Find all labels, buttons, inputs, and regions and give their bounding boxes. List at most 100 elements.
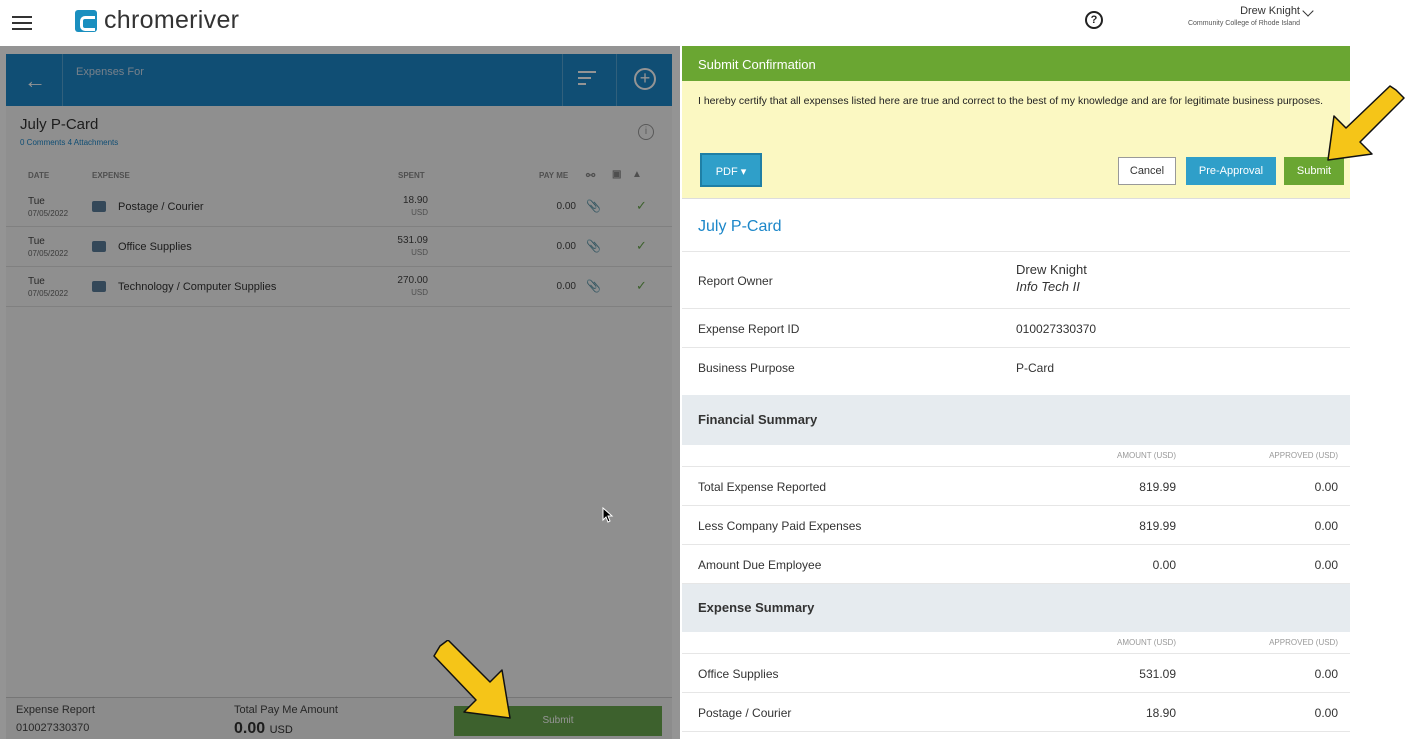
pdf-dropdown-button[interactable]: PDF ▾: [700, 153, 762, 187]
attachment-icon: 📎: [586, 279, 601, 293]
summary-label: Office Supplies: [698, 667, 779, 681]
summary-amount: 531.09: [1139, 667, 1176, 681]
report-title: July P-Card: [698, 218, 782, 235]
report-title: July P-Card: [20, 116, 99, 133]
summary-approved: 0.00: [1314, 667, 1338, 681]
col-amount: AMOUNT (USD): [1117, 451, 1176, 460]
financial-summary-header: Financial Summary: [682, 395, 1350, 445]
row-day: Tue: [28, 236, 45, 247]
total-currency: USD: [269, 724, 293, 736]
owner-name: Drew Knight: [1016, 262, 1087, 277]
report-header-bar: ← Expenses For +: [6, 54, 672, 106]
financial-row: Less Company Paid Expenses 819.99 0.00: [682, 506, 1350, 545]
row-amount: 270.00: [397, 275, 428, 286]
row-pay-me: 0.00: [556, 241, 576, 252]
row-pay-me: 0.00: [556, 281, 576, 292]
expense-summary-row: Postage / Courier 18.90 0.00: [682, 693, 1350, 732]
purpose-row: Business Purpose P-Card: [682, 347, 1350, 395]
check-icon: ✓: [636, 238, 647, 253]
chevron-down-icon[interactable]: [1302, 5, 1314, 17]
summary-amount: 18.90: [1145, 706, 1176, 720]
financial-row: Amount Due Employee 0.00 0.00: [682, 545, 1350, 584]
divider: [616, 54, 617, 106]
report-id-row: Expense Report ID 010027330370: [682, 308, 1350, 347]
check-icon: ✓: [636, 278, 647, 293]
report-id-value: 010027330370: [1016, 322, 1097, 336]
table-row[interactable]: Tue 07/05/2022 Office Supplies 531.09 US…: [6, 227, 672, 267]
add-icon[interactable]: +: [634, 68, 656, 90]
info-icon[interactable]: i: [638, 124, 654, 140]
fin-label: Total Expense Reported: [698, 480, 827, 494]
row-currency: USD: [411, 208, 428, 217]
cancel-button[interactable]: Cancel: [1118, 157, 1176, 185]
chromeriver-logo-icon: [75, 9, 97, 32]
user-org: Community College of Rhode Island: [1187, 20, 1300, 27]
certification-text: I hereby certify that all expenses liste…: [698, 95, 1324, 107]
help-icon[interactable]: ?: [1085, 11, 1103, 29]
top-bar: chromeriver ? Drew Knight Community Coll…: [0, 0, 1406, 46]
divider: [62, 54, 63, 106]
expense-summary-columns: AMOUNT (USD) APPROVED (USD): [682, 632, 1350, 654]
financial-summary-title: Financial Summary: [698, 412, 818, 427]
footer-report-label: Expense Report: [16, 704, 95, 716]
report-id-label: Expense Report ID: [698, 322, 800, 336]
row-day: Tue: [28, 276, 45, 287]
row-expense-name: Postage / Courier: [118, 201, 204, 213]
purpose-value: P-Card: [1016, 361, 1055, 375]
fin-amount: 819.99: [1139, 480, 1176, 494]
certification-box: I hereby certify that all expenses liste…: [682, 81, 1350, 199]
expense-report-card: ← Expenses For + July P-Card 0 Comments …: [6, 54, 672, 739]
fin-approved: 0.00: [1314, 558, 1338, 572]
col-spent: SPENT: [398, 171, 425, 180]
table-row[interactable]: Tue 07/05/2022 Postage / Courier 18.90 U…: [6, 187, 672, 227]
user-menu[interactable]: Drew Knight Community College of Rhode I…: [1180, 5, 1300, 27]
report-meta[interactable]: 0 Comments 4 Attachments: [20, 138, 118, 147]
purpose-label: Business Purpose: [698, 361, 795, 375]
right-gutter: [1350, 46, 1406, 739]
expense-summary-title: Expense Summary: [698, 600, 815, 615]
footer-total-label: Total Pay Me Amount: [234, 704, 338, 716]
expense-report-panel: ← Expenses For + July P-Card 0 Comments …: [0, 46, 680, 739]
row-expense-name: Office Supplies: [118, 241, 192, 253]
col-date: DATE: [28, 171, 50, 180]
footer-submit-button[interactable]: Submit: [454, 706, 662, 736]
pdf-label: PDF: [715, 166, 738, 178]
financial-columns: AMOUNT (USD) APPROVED (USD): [682, 445, 1350, 467]
footer-total-value: 0.00 USD: [234, 720, 293, 738]
row-date: 07/05/2022: [28, 209, 69, 218]
back-arrow-icon[interactable]: ←: [24, 68, 46, 94]
logo: chromeriver: [75, 6, 239, 35]
check-icon: ✓: [636, 198, 647, 213]
sort-icon[interactable]: [578, 71, 596, 89]
row-date: 07/05/2022: [28, 289, 69, 298]
expense-summary-header: Expense Summary: [682, 584, 1350, 632]
fin-amount: 0.00: [1152, 558, 1176, 572]
table-row[interactable]: Tue 07/05/2022 Technology / Computer Sup…: [6, 267, 672, 307]
attachment-icon: 📎: [586, 199, 601, 213]
financial-row: Total Expense Reported 819.99 0.00: [682, 467, 1350, 506]
summary-approved: 0.00: [1314, 706, 1338, 720]
total-amount: 0.00: [234, 720, 266, 737]
submit-button[interactable]: Submit: [1284, 157, 1344, 185]
row-currency: USD: [411, 248, 428, 257]
computer-supplies-icon: [92, 281, 106, 292]
row-currency: USD: [411, 288, 428, 297]
footer-report-id: 010027330370: [16, 722, 90, 734]
fin-label: Less Company Paid Expenses: [698, 519, 862, 533]
attachment-icon: 📎: [586, 239, 601, 253]
office-supplies-icon: [92, 241, 106, 252]
expense-summary-row: Office Supplies 531.09 0.00: [682, 654, 1350, 693]
summary-label: Postage / Courier: [698, 706, 792, 720]
pre-approval-button[interactable]: Pre-Approval: [1186, 157, 1276, 185]
owner-title: Info Tech II: [1016, 279, 1080, 294]
comment-icon: ▣: [612, 169, 622, 180]
submit-confirmation-panel: Submit Confirmation I hereby certify tha…: [682, 46, 1350, 739]
table-header: DATE EXPENSE SPENT PAY ME ⚯ ▣ ▲: [6, 166, 672, 186]
divider: [562, 54, 563, 106]
expenses-for-label: Expenses For: [76, 66, 144, 78]
owner-row: Report Owner Drew Knight Info Tech II: [682, 251, 1350, 308]
fin-approved: 0.00: [1314, 480, 1338, 494]
row-amount: 531.09: [397, 235, 428, 246]
col-approved: APPROVED (USD): [1269, 451, 1338, 460]
hamburger-menu-icon[interactable]: [12, 12, 32, 32]
